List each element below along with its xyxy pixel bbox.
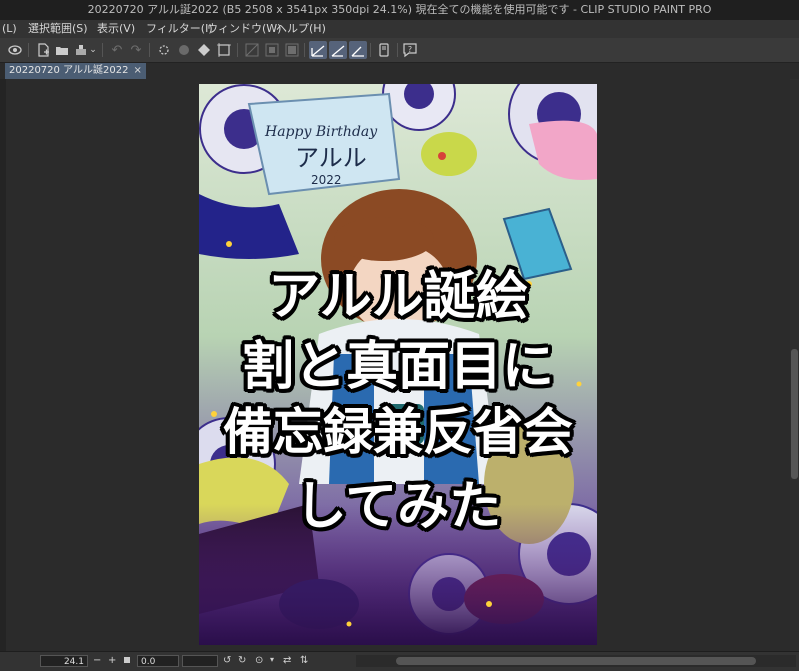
horizontal-scrollbar[interactable] <box>356 655 796 667</box>
menu-help[interactable]: ヘルプ(H) <box>276 20 326 38</box>
brush-stroke-icon[interactable] <box>329 41 347 59</box>
overlay-line-4: してみた <box>294 477 502 537</box>
chevron-down-icon[interactable]: ⌄ <box>88 41 98 59</box>
pen-stroke-icon[interactable] <box>309 41 327 59</box>
rotate-right-icon[interactable]: ↻ <box>238 655 246 666</box>
zoom-field[interactable]: 24.1 <box>40 655 88 667</box>
chevron-down-icon[interactable]: ▾ <box>270 655 274 664</box>
undo-icon[interactable]: ↶ <box>108 41 126 59</box>
menu-bar: (L) 選択範囲(S) 表示(V) フィルター(I) ウィンドウ(W) ヘルプ(… <box>0 20 799 38</box>
tab-label: 20220720 アルル誕2022 <box>9 65 129 76</box>
vertical-scrollbar[interactable] <box>790 79 799 651</box>
rotation-slider[interactable] <box>182 655 218 667</box>
help-icon[interactable]: ? <box>401 41 419 59</box>
canvas-workspace: Happy Birthday アルル 2022 アルル誕絵 割と真面目に 備忘録… <box>0 79 799 651</box>
zoom-in-button[interactable]: + <box>108 655 116 666</box>
fill-icon[interactable] <box>175 41 193 59</box>
line-stroke-icon[interactable] <box>349 41 367 59</box>
redo-icon[interactable]: ↷ <box>127 41 145 59</box>
ruler-icon[interactable] <box>243 41 261 59</box>
horizontal-scroll-thumb[interactable] <box>396 657 756 665</box>
clear-icon[interactable] <box>155 41 173 59</box>
flip-vertical-icon[interactable]: ⇅ <box>300 655 308 666</box>
grid-icon[interactable] <box>283 41 301 59</box>
menu-layer[interactable]: (L) <box>2 20 17 38</box>
overlay-line-3: 備忘録兼反省会 <box>223 403 573 461</box>
flag-text-year: 2022 <box>311 173 342 187</box>
flag-text-birthday: Happy Birthday <box>264 124 378 140</box>
zoom-out-button[interactable]: − <box>93 655 101 666</box>
flag-text-name: アルル <box>295 144 367 172</box>
navigator-icon[interactable] <box>6 41 24 59</box>
snap-icon[interactable] <box>263 41 281 59</box>
window-title: 20220720 アルル誕2022 (B5 2508 x 3541px 350d… <box>87 3 712 16</box>
document-tab-bar: 20220720 アルル誕2022 × <box>0 63 799 79</box>
select-icon[interactable] <box>215 41 233 59</box>
menu-view[interactable]: 表示(V) <box>97 20 135 38</box>
fit-view-icon[interactable] <box>124 657 130 663</box>
menu-filter[interactable]: フィルター(I) <box>146 20 213 38</box>
tab-document[interactable]: 20220720 アルル誕2022 × <box>5 63 146 79</box>
menu-selection[interactable]: 選択範囲(S) <box>28 20 88 38</box>
rotation-field[interactable]: 0.0 <box>137 655 179 667</box>
overlay-line-2: 割と真面目に <box>241 337 554 397</box>
transform-icon[interactable] <box>195 41 213 59</box>
status-bar: 24.1 − + 0.0 ↺ ↻ ⊙ ▾ ⇄ ⇅ <box>0 651 799 671</box>
command-bar: ⌄ ↶ ↷ ? <box>0 38 799 63</box>
svg-text:?: ? <box>408 45 412 54</box>
new-file-icon[interactable] <box>34 41 52 59</box>
vertical-scroll-thumb[interactable] <box>791 349 798 479</box>
tablet-icon[interactable] <box>375 41 393 59</box>
rotate-left-icon[interactable]: ↺ <box>223 655 231 666</box>
open-folder-icon[interactable] <box>53 41 71 59</box>
window-title-bar: 20220720 アルル誕2022 (B5 2508 x 3541px 350d… <box>0 0 799 20</box>
overlay-line-1: アルル誕絵 <box>268 267 528 327</box>
close-icon[interactable]: × <box>133 65 141 76</box>
artwork-canvas[interactable]: Happy Birthday アルル 2022 アルル誕絵 割と真面目に 備忘録… <box>199 84 597 645</box>
menu-window[interactable]: ウィンドウ(W) <box>207 20 281 38</box>
reset-rotation-icon[interactable]: ⊙ <box>255 655 263 666</box>
flip-horizontal-icon[interactable]: ⇄ <box>283 655 291 666</box>
left-panel-edge <box>0 79 6 651</box>
